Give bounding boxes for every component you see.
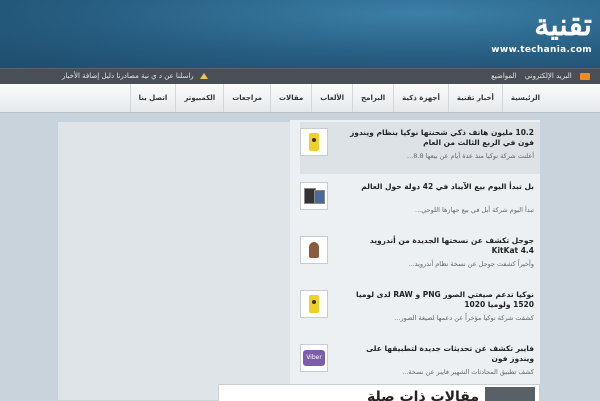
email-link[interactable]: البريد الإلكتروني bbox=[525, 72, 572, 80]
post-thumb[interactable] bbox=[300, 128, 328, 156]
nav-item[interactable]: مقالات bbox=[269, 84, 311, 112]
post-excerpt: أعلنت شركة نوكيا منذ عدة أيام عن بيعها 8… bbox=[407, 152, 534, 160]
logo-text: تقنية bbox=[534, 8, 592, 43]
site-header: تقنية www.techania.com bbox=[0, 0, 600, 68]
post-item[interactable]: جوجل تكشف عن نسختها الجديدة من أندرويد K… bbox=[300, 230, 540, 282]
nav-item[interactable]: الكمبيوتر bbox=[175, 84, 223, 112]
nav-item[interactable]: الألعاب bbox=[311, 84, 352, 112]
phone-icon bbox=[309, 133, 319, 151]
related-badge bbox=[485, 387, 535, 401]
post-title[interactable]: جوجل تكشف عن نسختها الجديدة من أندرويد K… bbox=[344, 236, 534, 256]
site-logo[interactable]: تقنية www.techania.com bbox=[442, 8, 592, 60]
tablet-icon bbox=[314, 190, 325, 204]
top-bar: البريد الإلكتروني المواضيع راسلنا عن د ي… bbox=[0, 68, 600, 85]
camera-icon bbox=[312, 300, 316, 304]
nav-item[interactable]: الرئيسية bbox=[501, 84, 548, 112]
camera-icon bbox=[312, 138, 316, 142]
nav-item[interactable]: البرامج bbox=[352, 84, 393, 112]
post-title[interactable]: فايبر تكشف عن تحديثات جديدة لتطبيقها على… bbox=[344, 344, 534, 364]
post-thumb[interactable] bbox=[300, 236, 328, 264]
main-nav: الرئيسية أخبار تقنية أجهزة ذكية البرامج … bbox=[0, 84, 600, 113]
post-item[interactable]: نوكيا تدعم صيغتي الصور PNG و RAW لدى لوم… bbox=[300, 284, 540, 336]
viber-icon: Viber bbox=[303, 350, 325, 366]
post-excerpt: تبدأ اليوم شركة أبل في بيع جهازها اللوحي… bbox=[415, 206, 534, 214]
post-title[interactable]: نوكيا تدعم صيغتي الصور PNG و RAW لدى لوم… bbox=[344, 290, 534, 310]
related-box: مقالات ذات صلة bbox=[218, 384, 540, 401]
post-item[interactable]: 10.2 مليون هاتف ذكي شحنتها نوكيا بنظام و… bbox=[300, 122, 540, 174]
nav-list: الرئيسية أخبار تقنية أجهزة ذكية البرامج … bbox=[0, 84, 600, 112]
topbar-left: راسلنا عن د ي نية مصادرنا دليل إضافة الأ… bbox=[62, 69, 208, 84]
post-item[interactable]: بل تبدأ اليوم بيع الآيباد في 42 دولة حول… bbox=[300, 176, 540, 228]
topbar-links[interactable]: راسلنا عن د ي نية مصادرنا دليل إضافة الأ… bbox=[62, 72, 194, 80]
topbar-right: البريد الإلكتروني المواضيع bbox=[485, 69, 590, 84]
home-icon[interactable] bbox=[199, 73, 208, 79]
post-item[interactable]: Viber فايبر تكشف عن تحديثات جديدة لتطبيق… bbox=[300, 338, 540, 390]
related-title: مقالات ذات صلة bbox=[366, 389, 479, 401]
android-icon bbox=[309, 242, 319, 258]
phone-icon bbox=[309, 295, 319, 313]
logo-url: www.techania.com bbox=[491, 45, 592, 55]
nav-item[interactable]: أجهزة ذكية bbox=[393, 84, 448, 112]
post-thumb[interactable] bbox=[300, 290, 328, 318]
post-thumb[interactable] bbox=[300, 182, 328, 210]
post-excerpt: كشف تطبيق المحادثات الشهير فايبر عن نسخة… bbox=[402, 368, 534, 376]
post-title[interactable]: بل تبدأ اليوم بيع الآيباد في 42 دولة حول… bbox=[344, 182, 534, 192]
nav-item[interactable]: أخبار تقنية bbox=[447, 84, 502, 112]
rss-icon[interactable] bbox=[580, 72, 590, 80]
post-excerpt: وأخيراً كشفت جوجل عن نسخة نظام أندرويد..… bbox=[408, 260, 534, 268]
post-excerpt: كشفت شركة نوكيا مؤخراً عن دعمها لصيغة ال… bbox=[394, 314, 534, 322]
nav-item[interactable]: مراجعات bbox=[223, 84, 270, 112]
post-thumb[interactable]: Viber bbox=[300, 344, 328, 372]
post-title[interactable]: 10.2 مليون هاتف ذكي شحنتها نوكيا بنظام و… bbox=[344, 128, 534, 148]
nav-item[interactable]: اتصل بنا bbox=[129, 84, 176, 112]
news-link[interactable]: المواضيع bbox=[491, 72, 516, 80]
